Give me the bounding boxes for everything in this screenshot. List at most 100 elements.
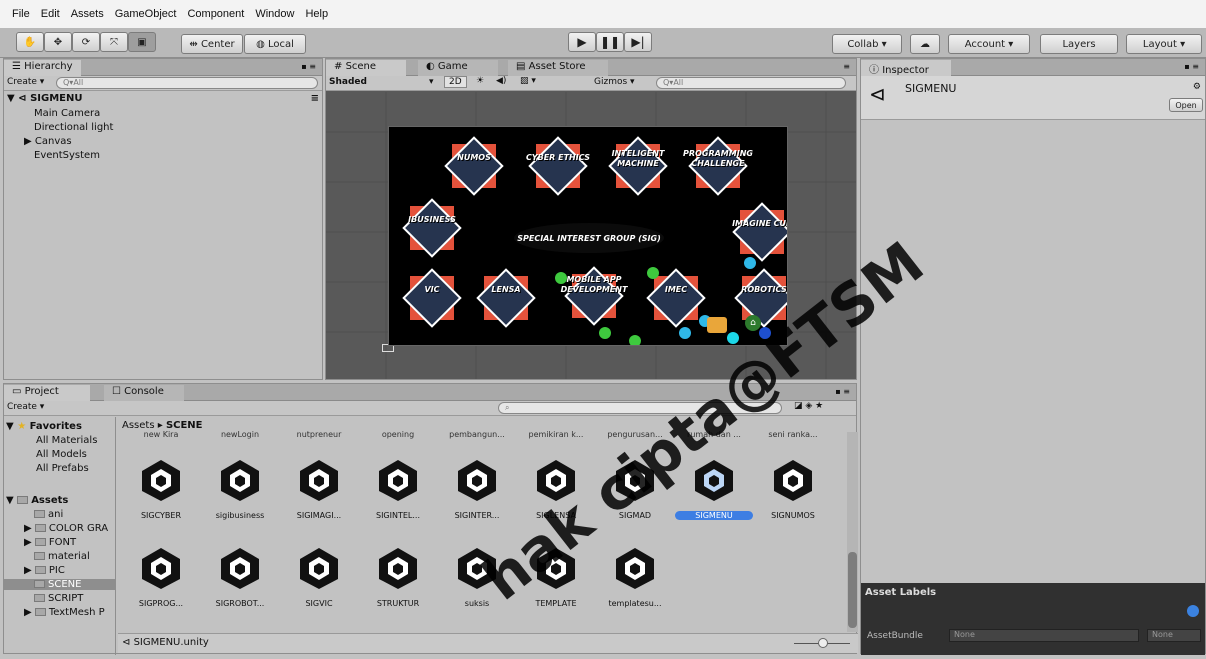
hierarchy-item-eventsystem[interactable]: EventSystem — [34, 150, 100, 161]
favorite-all-prefabs[interactable]: All Prefabs — [36, 463, 89, 474]
menu-edit[interactable]: Edit — [41, 8, 60, 20]
asset-label-top[interactable]: nutpreneur — [280, 430, 358, 439]
folder-pic[interactable]: ▶ PIC — [24, 565, 65, 576]
folder-scene[interactable]: SCENE — [4, 579, 115, 590]
hierarchy-search-input[interactable]: Q▾All — [56, 77, 318, 89]
folder-color-gra[interactable]: ▶ COLOR GRA — [24, 523, 108, 534]
rect-tool-button[interactable]: ▣ — [128, 32, 156, 52]
favorite-all-materials[interactable]: All Materials — [36, 435, 97, 446]
rotate-tool-button[interactable]: ⟳ — [72, 32, 100, 52]
favorites-item[interactable]: ▼ ★ Favorites — [6, 421, 82, 432]
asset-scrollbar[interactable] — [847, 432, 858, 632]
sig-button-inteligent-machine[interactable]: INTELIGENT MACHINE — [608, 136, 668, 196]
layout-dropdown[interactable]: Layout ▾ — [1126, 34, 1202, 54]
project-menu-icon[interactable]: ▪ ≡ — [835, 387, 850, 396]
menu-component[interactable]: Component — [187, 8, 244, 20]
asset-item[interactable]: SIGINTEL... — [359, 457, 437, 537]
asset-label-top[interactable]: pembangun... — [438, 430, 516, 439]
tab-scene[interactable]: # Scene — [326, 60, 406, 76]
cloud-button[interactable]: ☁ — [910, 34, 940, 54]
folder-script[interactable]: SCRIPT — [34, 593, 83, 604]
move-tool-button[interactable]: ✥ — [44, 32, 72, 52]
asset-item[interactable]: SIGPROG... — [122, 545, 200, 625]
panel-menu-icon[interactable]: ▪ ≡ — [301, 62, 316, 71]
back-icon[interactable] — [707, 317, 727, 333]
asset-label-top[interactable]: new Kira — [122, 430, 200, 439]
menu-gameobject[interactable]: GameObject — [115, 8, 177, 20]
asset-label-top[interactable]: pemikiran k... — [517, 430, 595, 439]
mode-2d-toggle[interactable]: 2D — [444, 76, 467, 88]
folder-material[interactable]: material — [34, 551, 90, 562]
project-search-input[interactable]: ⌕ — [498, 402, 782, 414]
lighting-icon[interactable]: ☀ — [476, 76, 484, 86]
asset-item[interactable]: SIGVIC — [280, 545, 358, 625]
asset-item[interactable]: suksis — [438, 545, 516, 625]
menu-assets[interactable]: Assets — [71, 8, 104, 20]
pivot-center-button[interactable]: ⇹ Center — [181, 34, 243, 54]
sig-button-imagine-cup[interactable]: IMAGINE CUP — [732, 202, 787, 262]
hand-tool-button[interactable]: ✋ — [16, 32, 44, 52]
folder-ani[interactable]: ani — [34, 509, 63, 520]
scrollbar-thumb[interactable] — [848, 552, 857, 628]
scene-root-item[interactable]: ▼ ⊲ SIGMENU ≡ — [7, 93, 319, 104]
tab-asset-store[interactable]: ▤ Asset Store — [508, 60, 608, 76]
hierarchy-item-main-camera[interactable]: Main Camera — [34, 108, 100, 119]
tab-inspector[interactable]: ⓘ Inspector — [861, 60, 951, 76]
tab-project[interactable]: ▭ Project — [4, 385, 90, 401]
menu-window[interactable]: Window — [255, 8, 294, 20]
asset-item[interactable]: SIGMAD — [596, 457, 674, 537]
scene-panel-menu-icon[interactable]: ≡ — [843, 62, 850, 71]
scale-tool-button[interactable]: ⤧ — [100, 32, 128, 52]
sig-button-lensa[interactable]: LENSA — [476, 268, 536, 328]
audio-icon[interactable]: ◀) — [496, 76, 506, 86]
gizmos-dropdown[interactable]: Gizmos ▾ — [594, 77, 635, 87]
layers-dropdown[interactable]: Layers — [1040, 34, 1118, 54]
sig-button-mobile-app-development[interactable]: MOBILE APP DEVELOPMENT — [561, 266, 627, 326]
inspector-menu-icon[interactable]: ▪ ≡ — [1184, 62, 1199, 71]
asset-item[interactable]: templatesu... — [596, 545, 674, 625]
sig-button-cyber-ethics[interactable]: CYBER ETHICS — [526, 136, 590, 196]
asset-label-top[interactable]: seni ranka... — [754, 430, 832, 439]
label-tag-icon[interactable] — [1187, 605, 1199, 617]
collab-button[interactable]: Collab ▾ — [832, 34, 902, 54]
play-button[interactable]: ▶ — [568, 32, 596, 52]
asset-item[interactable]: SIGIMAGI... — [280, 457, 358, 537]
asset-bundle-dropdown[interactable]: None — [949, 629, 1139, 642]
asset-item[interactable]: STRUKTUR — [359, 545, 437, 625]
sig-button-programming-challenge[interactable]: PROGRAMMING CHALLENGE — [683, 136, 753, 196]
account-dropdown[interactable]: Account ▾ — [948, 34, 1030, 54]
folder-textmesh[interactable]: ▶ TextMesh P — [24, 607, 105, 618]
folder-font[interactable]: ▶ FONT — [24, 537, 76, 548]
asset-item[interactable]: SIGLENSA — [517, 457, 595, 537]
open-button[interactable]: Open — [1169, 98, 1203, 112]
asset-item[interactable]: sigibusiness — [201, 457, 279, 537]
hierarchy-item-directional-light[interactable]: Directional light — [34, 122, 113, 133]
sig-button-vic[interactable]: VIC — [402, 268, 462, 328]
step-button[interactable]: ▶| — [624, 32, 652, 52]
asset-item[interactable]: TEMPLATE — [517, 545, 595, 625]
asset-label-top[interactable]: newLogin — [201, 430, 279, 439]
sig-button-robotics[interactable]: ROBOTICS — [734, 268, 787, 328]
sig-button-ibusiness[interactable]: IBUSINESS — [402, 198, 462, 258]
hierarchy-item-canvas[interactable]: ▶ Canvas — [24, 136, 72, 147]
menu-help[interactable]: Help — [305, 8, 328, 20]
asset-variant-dropdown[interactable]: None — [1147, 629, 1201, 642]
scene-menu-icon[interactable]: ≡ — [311, 93, 319, 104]
assets-root-item[interactable]: ▼ Assets — [6, 495, 68, 506]
hierarchy-create-button[interactable]: Create ▾ — [7, 77, 44, 87]
sig-button-numos[interactable]: NUMOS — [444, 136, 504, 196]
asset-item[interactable]: SIGCYBER — [122, 457, 200, 537]
shading-mode-dropdown[interactable]: Shaded — [329, 77, 367, 87]
settings-icon[interactable]: ⚙ — [1193, 82, 1201, 92]
zoom-slider-knob[interactable] — [818, 638, 828, 648]
asset-item[interactable]: SIGINTER... — [438, 457, 516, 537]
favorite-all-models[interactable]: All Models — [36, 449, 87, 460]
pause-button[interactable]: ❚❚ — [596, 32, 624, 52]
filter-icons[interactable]: ◪ ◈ ★ — [794, 401, 823, 411]
home-icon[interactable]: ⌂ — [745, 315, 761, 331]
asset-item[interactable]: SIGMENU — [675, 457, 753, 537]
asset-label-top[interactable]: opening — [359, 430, 437, 439]
pivot-local-button[interactable]: ◍ Local — [244, 34, 306, 54]
tab-hierarchy[interactable]: ☰ Hierarchy — [4, 60, 81, 76]
tab-game[interactable]: ◐ Game — [418, 60, 498, 76]
